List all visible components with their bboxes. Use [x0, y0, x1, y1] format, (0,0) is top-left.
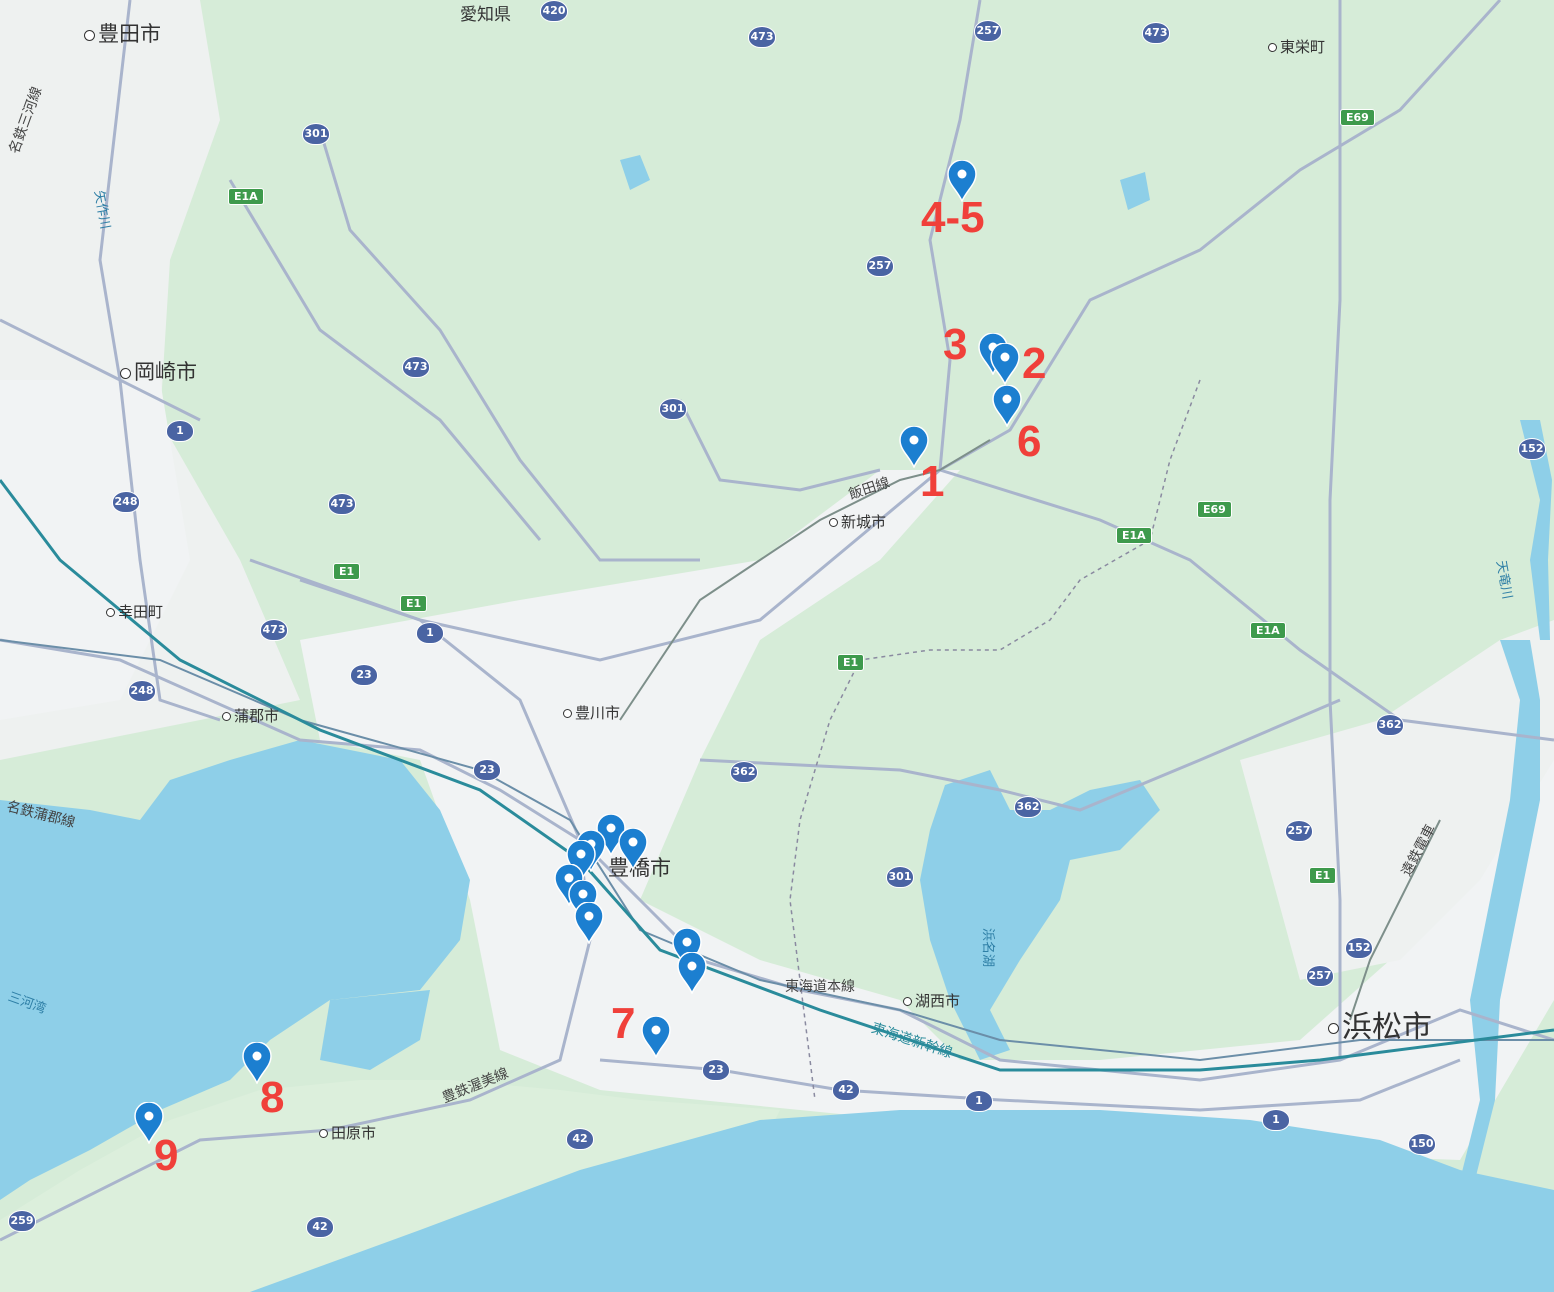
marker-number: 1	[920, 457, 945, 506]
route-shield: 42	[566, 1128, 594, 1150]
map-pin-marker[interactable]	[618, 828, 648, 870]
city-dot	[84, 29, 95, 41]
route-shield: 1	[416, 622, 444, 644]
route-shield: 473	[328, 493, 356, 515]
city-name: 東栄町	[1280, 38, 1326, 56]
marker-number: 9	[154, 1131, 179, 1180]
city-name: 蒲郡市	[234, 707, 280, 725]
map-pin-marker[interactable]	[641, 1016, 671, 1058]
city-label-shinshiro: 新城市	[829, 511, 886, 532]
route-shield: 42	[306, 1216, 334, 1238]
route-shield: 301	[659, 398, 687, 420]
expressway-shield: E1	[837, 654, 865, 671]
city-label-toyota: 豊田市	[84, 18, 161, 48]
route-shield: 1	[166, 420, 194, 442]
city-label-kota: 幸田町	[106, 601, 163, 622]
rail-label-tokaido-main: 東海道本線	[785, 979, 855, 995]
route-shield: 473	[260, 619, 288, 641]
route-shield: 362	[1376, 714, 1404, 736]
route-shield: 23	[473, 759, 501, 781]
city-dot	[903, 997, 912, 1006]
route-shield: 257	[1306, 965, 1334, 987]
water-label-hamana: 浜名湖	[980, 927, 996, 968]
map-pin-marker[interactable]	[574, 902, 604, 944]
city-name: 湖西市	[915, 992, 961, 1010]
route-shield: 152	[1518, 438, 1546, 460]
city-name: 浜松市	[1342, 1010, 1432, 1045]
city-dot	[1268, 43, 1277, 52]
route-shield: 301	[302, 123, 330, 145]
marker-number: 4-5	[921, 193, 985, 242]
city-label-okazaki: 岡崎市	[120, 356, 197, 386]
city-name: 豊川市	[575, 704, 621, 722]
route-shield: 42	[832, 1079, 860, 1101]
route-shield: 473	[1142, 22, 1170, 44]
route-shield: 248	[112, 491, 140, 513]
marker-number: 8	[260, 1073, 285, 1122]
city-name: 豊田市	[98, 22, 161, 46]
city-dot	[563, 709, 572, 718]
expressway-shield: E1A	[228, 188, 264, 205]
city-dot	[1328, 1023, 1339, 1034]
route-shield: 420	[540, 0, 568, 22]
route-shield: 248	[128, 680, 156, 702]
expressway-shield: E1A	[1250, 622, 1286, 639]
route-shield: 257	[866, 255, 894, 277]
marker-number: 3	[943, 320, 968, 369]
route-shield: 23	[702, 1059, 730, 1081]
route-shield: 23	[350, 664, 378, 686]
city-label-kosai: 湖西市	[903, 990, 960, 1011]
route-shield: 257	[1285, 820, 1313, 842]
map-pin-marker[interactable]	[677, 952, 707, 994]
route-shield: 259	[8, 1210, 36, 1232]
city-name: 田原市	[331, 1124, 377, 1142]
route-shield: 362	[730, 761, 758, 783]
marker-number: 6	[1017, 417, 1042, 466]
city-name: 新城市	[841, 513, 887, 531]
map-pin-marker[interactable]	[990, 343, 1020, 385]
pref-label-aichi: 愛知県	[460, 0, 511, 25]
marker-number: 2	[1022, 339, 1047, 388]
city-label-tahara: 田原市	[319, 1122, 376, 1143]
expressway-shield: E1	[400, 595, 428, 612]
route-shield: 1	[1262, 1109, 1290, 1131]
city-label-hamamatsu: 浜松市	[1328, 1002, 1432, 1046]
route-shield: 473	[402, 356, 430, 378]
marker-number: 7	[611, 999, 636, 1048]
expressway-shield: E1	[333, 563, 361, 580]
route-shield: 257	[974, 20, 1002, 42]
city-dot	[120, 367, 131, 379]
route-shield: 150	[1408, 1133, 1436, 1155]
route-shield: 473	[748, 26, 776, 48]
expressway-shield: E69	[1197, 501, 1232, 518]
city-dot	[829, 518, 838, 527]
city-dot	[319, 1129, 328, 1138]
city-label-gamagori: 蒲郡市	[222, 705, 279, 726]
pref-name: 愛知県	[460, 5, 511, 25]
city-label-toei: 東栄町	[1268, 36, 1325, 57]
expressway-shield: E69	[1340, 109, 1375, 126]
city-dot	[106, 608, 115, 617]
route-shield: 152	[1345, 937, 1373, 959]
expressway-shield: E1	[1309, 867, 1337, 884]
city-dot	[222, 712, 231, 721]
city-label-toyokawa: 豊川市	[563, 702, 620, 723]
expressway-shield: E1A	[1116, 527, 1152, 544]
city-name: 幸田町	[118, 603, 164, 621]
route-shield: 301	[886, 866, 914, 888]
city-name: 岡崎市	[134, 360, 197, 384]
route-shield: 1	[965, 1090, 993, 1112]
route-shield: 362	[1014, 796, 1042, 818]
